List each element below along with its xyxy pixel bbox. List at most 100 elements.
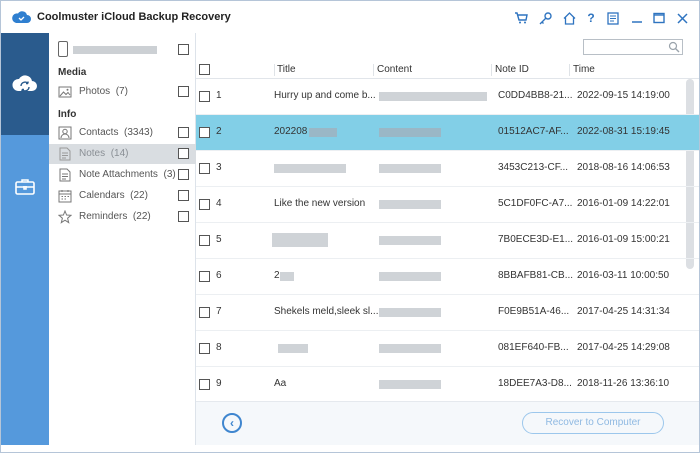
sidebar-item-label: Calendars — [79, 190, 125, 201]
notes-checkbox[interactable] — [178, 148, 189, 159]
close-icon[interactable] — [674, 10, 690, 26]
row-title: 202208 — [274, 126, 308, 137]
sidebar-item-count: (3343) — [124, 127, 153, 138]
table-row[interactable]: 1 Hurry up and come b... C0DD4BB8-21... … — [196, 79, 699, 115]
table-row[interactable]: 4 Like the new version 5C1DF0FC-A7... 20… — [196, 187, 699, 223]
row-checkbox[interactable] — [199, 91, 210, 102]
redacted-title — [274, 164, 346, 173]
key-icon[interactable] — [537, 10, 553, 26]
row-checkbox[interactable] — [199, 127, 210, 138]
recover-to-computer-button[interactable]: Recover to Computer — [522, 412, 664, 434]
row-title: Aa — [274, 378, 287, 389]
help-icon[interactable]: ? — [583, 10, 599, 26]
sidebar-item-count: (22) — [132, 211, 151, 222]
row-number: 7 — [216, 306, 222, 317]
redacted-content — [379, 200, 441, 209]
category-panel: Media Photos (7) Info Contacts (3343) No… — [49, 33, 196, 445]
back-button[interactable]: ‹ — [222, 413, 242, 433]
select-all-checkbox[interactable] — [199, 64, 210, 75]
sidebar-item-count: (14) — [110, 148, 129, 159]
reminders-checkbox[interactable] — [178, 211, 189, 222]
row-time: 2016-01-09 14:22:01 — [577, 198, 670, 209]
row-note-id: 081EF640-FB... — [498, 342, 569, 353]
row-time: 2018-11-26 13:36:10 — [577, 378, 670, 389]
cloud-sync-icon — [12, 75, 37, 92]
column-time[interactable]: Time — [573, 64, 595, 75]
maximize-icon[interactable] — [651, 10, 667, 26]
sidebar-item-label: Reminders — [79, 211, 128, 222]
redacted-content — [379, 92, 487, 101]
minimize-icon[interactable] — [629, 10, 645, 26]
redacted-title — [272, 233, 328, 247]
row-checkbox[interactable] — [199, 271, 210, 282]
sidebar-item-count: (3) — [163, 169, 176, 180]
table-row[interactable]: 6 2 8BBAFB81-CB... 2016-03-11 10:00:50 — [196, 259, 699, 295]
row-number: 9 — [216, 378, 222, 389]
table-row[interactable]: 7 Shekels meld,sleek sl... F0E9B51A-46..… — [196, 295, 699, 331]
main-panel: Title Content Note ID Time 1 Hurry up an… — [196, 33, 699, 445]
device-row[interactable] — [49, 33, 196, 65]
table-row[interactable]: 2 202208 01512AC7-AF... 2022-08-31 15:19… — [196, 115, 699, 151]
home-icon[interactable] — [561, 10, 577, 26]
redacted-content — [379, 164, 441, 173]
sidebar-item-label: Note Attachments — [79, 169, 158, 180]
attachment-icon — [59, 168, 71, 182]
redacted-content — [379, 380, 441, 389]
search-icon[interactable] — [668, 41, 680, 53]
search-input[interactable] — [583, 39, 683, 55]
column-title[interactable]: Title — [277, 64, 296, 75]
row-title: 2 — [274, 270, 280, 281]
row-title: Shekels meld,sleek sl... — [274, 306, 379, 317]
row-checkbox[interactable] — [199, 307, 210, 318]
column-content[interactable]: Content — [377, 64, 412, 75]
table-row[interactable]: 5 7B0ECE3D-E1... 2016-01-09 15:00:21 — [196, 223, 699, 259]
media-section-label: Media — [58, 67, 87, 78]
sidebar-item-reminders[interactable]: Reminders (22) — [49, 207, 196, 227]
device-checkbox[interactable] — [178, 44, 189, 55]
row-time: 2017-04-25 14:31:34 — [577, 306, 670, 317]
redacted-content — [379, 308, 441, 317]
feedback-icon[interactable] — [605, 10, 621, 26]
contacts-checkbox[interactable] — [178, 127, 189, 138]
row-note-id: F0E9B51A-46... — [498, 306, 570, 317]
table-row[interactable]: 8 081EF640-FB... 2017-04-25 14:29:08 — [196, 331, 699, 367]
sidebar-item-contacts[interactable]: Contacts (3343) — [49, 123, 196, 143]
sidebar-item-calendars[interactable]: Calendars (22) — [49, 186, 196, 206]
photo-icon — [58, 86, 72, 98]
row-checkbox[interactable] — [199, 199, 210, 210]
icloud-recovery-nav-button[interactable] — [1, 33, 49, 135]
sidebar-item-label: Notes — [79, 148, 106, 159]
cart-icon[interactable] — [513, 10, 529, 26]
reminder-icon — [58, 210, 72, 224]
table-row[interactable]: 9 Aa 18DEE7A3-D8... 2018-11-26 13:36:10 — [196, 367, 699, 403]
sidebar-item-photos[interactable]: Photos (7) — [49, 82, 196, 102]
info-section-label: Info — [58, 109, 77, 120]
left-nav — [1, 33, 49, 445]
calendars-checkbox[interactable] — [178, 190, 189, 201]
row-number: 5 — [216, 234, 222, 245]
column-note-id[interactable]: Note ID — [495, 64, 529, 75]
row-number: 3 — [216, 162, 222, 173]
app-title: Coolmuster iCloud Backup Recovery — [37, 11, 231, 23]
row-checkbox[interactable] — [199, 235, 210, 246]
contact-icon — [58, 126, 72, 140]
toolbox-icon — [15, 179, 35, 195]
row-checkbox[interactable] — [199, 163, 210, 174]
row-note-id: 3453C213-CF... — [498, 162, 569, 173]
row-note-id: 7B0ECE3D-E1... — [498, 234, 574, 245]
row-title: Hurry up and come b... — [274, 90, 376, 101]
redacted-content — [379, 272, 441, 281]
note-attachments-checkbox[interactable] — [178, 169, 189, 180]
toolbox-nav-button[interactable] — [1, 169, 49, 205]
sidebar-item-notes[interactable]: Notes (14) — [49, 144, 196, 164]
photos-checkbox[interactable] — [178, 86, 189, 97]
row-checkbox[interactable] — [199, 343, 210, 354]
row-checkbox[interactable] — [199, 379, 210, 390]
row-time: 2018-08-16 14:06:53 — [577, 162, 670, 173]
sidebar-item-note-attachments[interactable]: Note Attachments (3) — [49, 165, 196, 185]
row-number: 6 — [216, 270, 222, 281]
row-number: 2 — [216, 126, 222, 137]
row-note-id: 5C1DF0FC-A7... — [498, 198, 573, 209]
bottom-bar: ‹ Recover to Computer — [196, 401, 699, 445]
table-row[interactable]: 3 3453C213-CF... 2018-08-16 14:06:53 — [196, 151, 699, 187]
